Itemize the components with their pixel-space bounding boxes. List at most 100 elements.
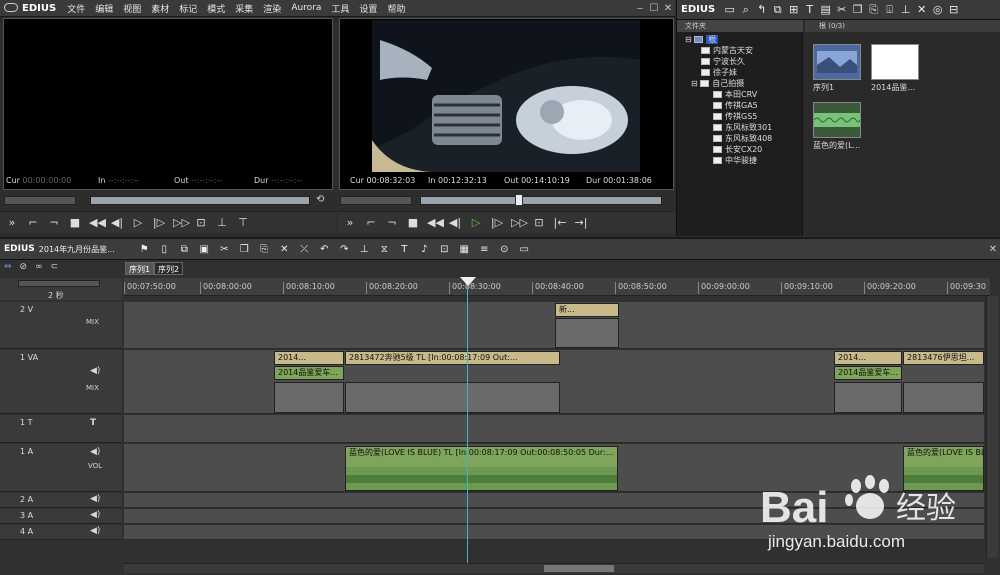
menu-help[interactable]: 帮助	[382, 2, 410, 15]
cut-icon[interactable]: ✂	[836, 3, 847, 16]
add-to-timeline-icon[interactable]: ⊥	[900, 3, 911, 16]
menu-settings[interactable]: 设置	[354, 2, 382, 15]
recorder-monitor[interactable]	[339, 18, 674, 190]
recorder-step-back-icon[interactable]: ◀|	[448, 216, 462, 229]
recorder-set-in-icon[interactable]: ⌐	[364, 216, 378, 229]
delete-icon[interactable]: ✕	[916, 3, 927, 16]
undo-icon[interactable]: ↶	[319, 244, 330, 255]
paste-icon[interactable]: ⎘	[259, 244, 270, 255]
minimize-button[interactable]: ‒	[633, 3, 647, 14]
track-header-1a[interactable]: 1 A VOL ◀)	[0, 444, 122, 492]
tree-item-folder[interactable]: 内蒙古天安	[701, 45, 753, 56]
transition-icon[interactable]: ⧖	[379, 244, 390, 255]
recorder-scrub-handle[interactable]	[514, 194, 523, 206]
tree-item-folder[interactable]: 本田CRV	[713, 89, 757, 100]
player-scrub-bar[interactable]	[90, 196, 310, 205]
tree-item-folder[interactable]: 东风标致301	[713, 122, 772, 133]
recorder-next-edit-icon[interactable]: →|	[574, 216, 588, 229]
record-icon[interactable]: ⊙	[499, 244, 510, 255]
menu-view[interactable]: 视图	[118, 2, 146, 15]
lane-2v[interactable]	[124, 302, 984, 349]
tree-root[interactable]: ⊟ 根	[685, 34, 719, 45]
speaker-icon[interactable]: ◀)	[90, 366, 100, 376]
set-out-icon[interactable]: ¬	[47, 216, 61, 229]
clip-body[interactable]	[903, 382, 984, 413]
folder-icon[interactable]: ▭	[724, 3, 735, 16]
speaker-icon[interactable]: ◀)	[90, 447, 100, 457]
properties-icon[interactable]: ◎	[932, 3, 943, 16]
collapse-icon[interactable]: ⊟	[691, 79, 700, 88]
copy-icon[interactable]: ❐	[852, 3, 863, 16]
time-ruler[interactable]: 00:07:50:00 00:08:00:00 00:08:10:00 00:0…	[124, 278, 990, 296]
mixer-icon[interactable]: ≡	[479, 244, 490, 255]
menu-render[interactable]: 渲染	[258, 2, 286, 15]
rewind-icon[interactable]: ◀◀	[89, 216, 106, 229]
track-header-1va[interactable]: 1 VA MIX ◀)	[0, 350, 122, 414]
playhead-marker-icon[interactable]	[460, 277, 476, 286]
timeline-close-button[interactable]: ✕	[986, 244, 1000, 255]
tab-sequence-1[interactable]: 序列1	[125, 262, 155, 275]
new-clip-icon[interactable]: ▤	[820, 3, 831, 16]
tree-item-folder[interactable]: 长安CX20	[713, 144, 762, 155]
new-project-icon[interactable]: ▯	[159, 244, 170, 255]
title-clip-thumb[interactable]	[871, 44, 919, 80]
tree-item-folder[interactable]: 中华骏捷	[713, 155, 757, 166]
track-header-2a[interactable]: 2 A ◀)	[0, 493, 122, 508]
player-menu-icon[interactable]: »	[5, 216, 19, 229]
menu-mode[interactable]: 模式	[202, 2, 230, 15]
menu-capture[interactable]: 采集	[230, 2, 258, 15]
overwrite-icon[interactable]: ⊤	[236, 216, 250, 229]
tree-item-folder[interactable]: 宁波长久	[701, 56, 745, 67]
title-icon[interactable]: T	[804, 3, 815, 16]
clip-body[interactable]	[834, 382, 902, 413]
player-monitor[interactable]	[3, 18, 333, 190]
ripple-icon[interactable]: ⊂	[51, 262, 59, 276]
timeline-clip[interactable]: 2014...	[834, 351, 902, 365]
step-back-icon[interactable]: ◀|	[110, 216, 124, 229]
voiceover-icon[interactable]: ♪	[419, 244, 430, 255]
recorder-set-out-icon[interactable]: ¬	[385, 216, 399, 229]
recorder-loop-icon[interactable]: ⊡	[532, 216, 546, 229]
lane-1t[interactable]	[124, 415, 984, 443]
menu-tools[interactable]: 工具	[326, 2, 354, 15]
recorder-scrub-bar[interactable]	[420, 194, 662, 206]
clip-body[interactable]	[274, 382, 344, 413]
add-clip-icon[interactable]: ⊞	[788, 3, 799, 16]
grid-icon[interactable]: ▦	[459, 244, 470, 255]
menu-edit[interactable]: 编辑	[90, 2, 118, 15]
recorder-menu-icon[interactable]: »	[343, 216, 357, 229]
loop-play-icon[interactable]: ⊡	[194, 216, 208, 229]
clip-body[interactable]	[555, 318, 619, 348]
timeline-clip-audio[interactable]: 2014品鉴爱车...	[274, 366, 344, 380]
timeline-vertical-scrollbar[interactable]	[986, 296, 998, 558]
close-button[interactable]: ✕	[661, 3, 675, 14]
copy-icon[interactable]: ❐	[239, 244, 250, 255]
paste-icon[interactable]: ⎘	[868, 3, 879, 17]
speaker-icon[interactable]: ◀)	[90, 526, 100, 536]
recorder-step-forward-icon[interactable]: |▷	[490, 216, 504, 229]
tree-item-folder[interactable]: 传祺GS5	[713, 111, 757, 122]
snap-icon[interactable]: ⇔	[4, 262, 12, 276]
insert-icon[interactable]: ⊥	[215, 216, 229, 229]
tree-item-folder[interactable]: 徐子妹	[701, 67, 737, 78]
speaker-icon[interactable]: ◀)	[90, 494, 100, 504]
tree-item-folder[interactable]: 传祺GA5	[713, 100, 758, 111]
recorder-prev-edit-icon[interactable]: |←	[553, 216, 567, 229]
title-icon[interactable]: T	[399, 244, 410, 255]
fast-forward-icon[interactable]: ▷▷	[173, 216, 190, 229]
track-header-2v[interactable]: 2 V MIX	[0, 302, 122, 349]
tree-item-folder[interactable]: ⊟ 自己拍摄	[691, 78, 744, 89]
menu-aurora[interactable]: Aurora	[286, 3, 326, 13]
timeline-clip[interactable]: 2813472奔驰5级 TL [In:00:08:17:09 Out:...	[345, 351, 560, 365]
timeline-horizontal-scrollbar[interactable]	[124, 563, 984, 573]
show-in-player-icon[interactable]: ⍗	[884, 3, 895, 17]
step-forward-icon[interactable]: |▷	[152, 216, 166, 229]
timeline-clip[interactable]: 2014...	[274, 351, 344, 365]
render-icon[interactable]: ⊡	[439, 244, 450, 255]
collapse-icon[interactable]: ⊟	[685, 35, 694, 44]
delete-icon[interactable]: ✕	[279, 244, 290, 255]
tree-item-folder[interactable]: 东风标致408	[713, 133, 772, 144]
track-header-3a[interactable]: 3 A ◀)	[0, 509, 122, 524]
ripple-delete-icon[interactable]: ⤫	[299, 244, 310, 255]
audio-clip[interactable]: 蓝色的爱(LOVE IS BLUE) TL [In:00:08:17:09 Ou…	[345, 446, 618, 491]
